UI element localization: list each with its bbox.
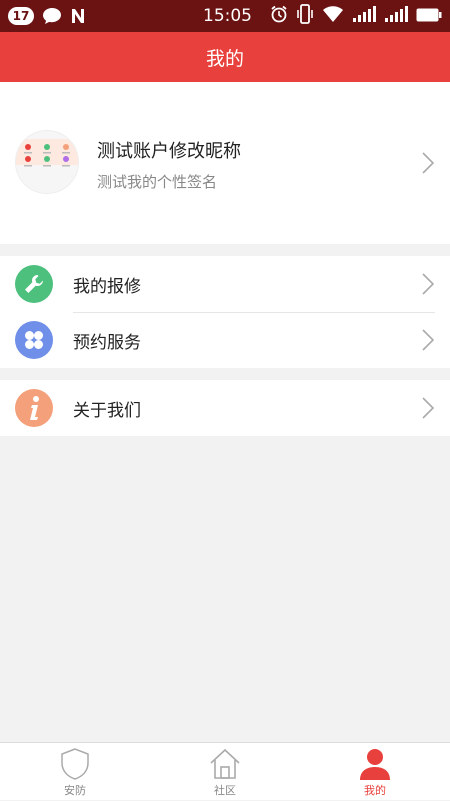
tab-label: 安防 [64,784,86,797]
menu-item-about-us[interactable]: 关于我们 [0,380,450,436]
chevron-right-icon [422,273,434,295]
clover-icon [15,321,53,359]
status-left: 17 [8,7,86,25]
tab-security[interactable]: 安防 [0,743,150,801]
wifi-icon [322,5,344,27]
bottom-tab-bar: 安防 社区 我的 [0,742,450,800]
tab-community[interactable]: 社区 [150,743,300,801]
status-time: 15:05 [203,6,252,26]
alarm-icon [270,5,288,27]
menu-item-my-repairs[interactable]: 我的报修 [0,256,450,312]
menu-item-label: 关于我们 [73,400,141,421]
tab-label: 社区 [214,784,236,797]
avatar[interactable] [15,130,79,194]
page-title: 我的 [205,47,244,70]
app-header: 我的 [0,32,450,82]
home-icon [210,748,240,779]
menu-item-appointment-service[interactable]: 预约服务 [0,312,450,368]
info-icon [15,389,53,427]
menu-group-1: 我的报修 预约服务 [0,256,450,368]
status-bar: 17 15:05 [0,0,450,32]
shield-icon [61,748,89,780]
signal-icon [352,5,376,27]
vibrate-icon [296,4,314,28]
person-icon [360,749,390,780]
signal-icon [384,5,408,27]
menu-group-2: 关于我们 [0,380,450,436]
profile-card[interactable]: 测试账户修改昵称 测试我的个性签名 [0,82,450,244]
wrench-icon [15,265,53,303]
chat-bubble-icon [42,7,62,25]
tab-label: 我的 [364,784,386,797]
chevron-right-icon [422,397,434,419]
n-app-icon [70,8,86,24]
profile-nickname: 测试账户修改昵称 [97,141,241,162]
battery-icon [416,7,442,26]
tab-mine[interactable]: 我的 [300,743,450,801]
chevron-right-icon [422,329,434,351]
menu-item-label: 预约服务 [73,332,141,353]
chevron-right-icon [422,152,434,174]
menu-item-label: 我的报修 [73,276,141,297]
notification-count-badge: 17 [8,7,34,25]
status-right [270,4,442,28]
profile-signature: 测试我的个性签名 [97,173,218,191]
